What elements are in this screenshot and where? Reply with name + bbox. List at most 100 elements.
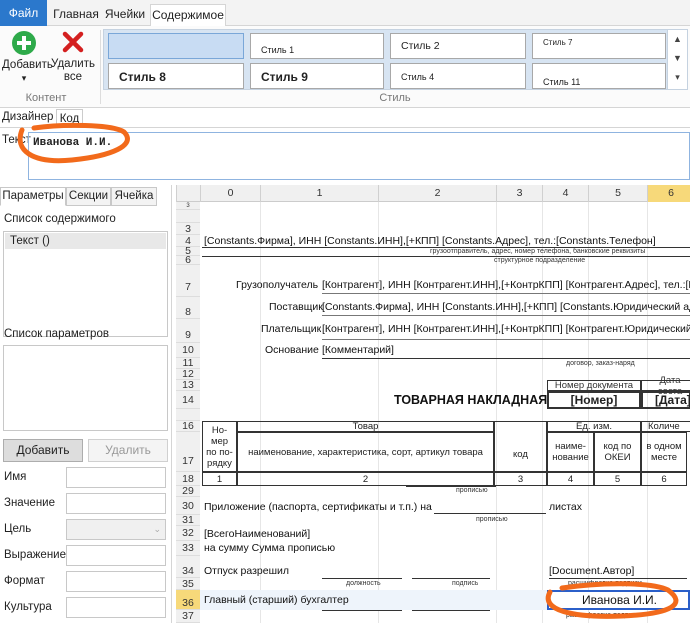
cell-supplier-header[interactable]: [Constants.Фирма], ИНН [Constants.ИНН],[… bbox=[204, 235, 656, 247]
cell-chief-accountant[interactable]: Главный (старший) бухгалтер bbox=[204, 594, 349, 606]
th-goods-desc[interactable]: наименование, характеристика, сорт, арти… bbox=[237, 432, 494, 472]
style-item-4[interactable]: Стиль 4 bbox=[390, 63, 526, 89]
document-title[interactable]: ТОВАРНАЯ НАКЛАДНАЯ bbox=[394, 393, 547, 407]
corner-cell[interactable] bbox=[176, 185, 200, 202]
content-list[interactable]: Текст () bbox=[3, 231, 168, 337]
style-item-selected[interactable] bbox=[108, 33, 244, 59]
scroll-up-icon[interactable]: ▲ bbox=[668, 30, 687, 49]
add-button-label: Добавить bbox=[2, 59, 53, 71]
tab-home[interactable]: Главная bbox=[52, 4, 100, 26]
cell-label-basis[interactable]: Основание bbox=[265, 344, 319, 356]
value-field[interactable] bbox=[66, 493, 166, 514]
doc-number[interactable]: [Номер] bbox=[547, 391, 641, 409]
th-per-place[interactable]: в одном месте bbox=[641, 432, 687, 472]
cell-sheets[interactable]: листах bbox=[549, 501, 582, 513]
tab-cell[interactable]: Ячейка bbox=[111, 187, 157, 206]
cell-label-payer[interactable]: Плательщик bbox=[261, 323, 321, 335]
row-header[interactable]: 7 bbox=[176, 265, 200, 297]
row-header[interactable]: 29 bbox=[176, 486, 200, 497]
tab-sections[interactable]: Секции bbox=[66, 187, 111, 206]
column-header-selected[interactable]: 6 bbox=[647, 185, 690, 202]
cell-total-sum[interactable]: на сумму Сумма прописью bbox=[204, 542, 335, 554]
value-label: Значение bbox=[4, 497, 55, 509]
gallery-scroll[interactable]: ▲ ▼ ▾ bbox=[667, 30, 687, 89]
spreadsheet-grid[interactable]: 0 1 2 3 4 5 6 7 8 3 3 4 5 6 7 8 9 10 11 … bbox=[176, 185, 690, 623]
list-item[interactable]: Текст () bbox=[5, 233, 166, 249]
tab-content[interactable]: Содержимое bbox=[150, 4, 226, 27]
th-col-num[interactable]: 1 bbox=[202, 472, 237, 486]
row-header[interactable]: 13 bbox=[176, 380, 200, 391]
row-header[interactable]: 14 bbox=[176, 391, 200, 409]
style-item-9[interactable]: Стиль 9 bbox=[250, 63, 384, 89]
target-select[interactable]: ⌄ bbox=[66, 519, 166, 540]
doc-date[interactable]: [Дата] bbox=[641, 391, 690, 409]
style-item-2[interactable]: Стиль 2 bbox=[390, 33, 526, 59]
row-header[interactable]: 10 bbox=[176, 343, 200, 358]
th-quantity[interactable]: Количе bbox=[641, 421, 690, 432]
scroll-down-icon[interactable]: ▼ bbox=[668, 49, 687, 68]
th-okei[interactable]: код по ОКЕИ bbox=[594, 432, 641, 472]
column-header[interactable]: 2 bbox=[378, 185, 496, 202]
th-col-num[interactable]: 5 bbox=[594, 472, 641, 486]
cell-payer[interactable]: [Контрагент], ИНН [Контрагент.ИНН],[+Кон… bbox=[322, 323, 690, 335]
th-col-num[interactable]: 3 bbox=[494, 472, 547, 486]
row-header[interactable]: 3 bbox=[176, 223, 200, 235]
format-field[interactable] bbox=[66, 571, 166, 592]
th-unit-name[interactable]: наиме-нование bbox=[547, 432, 594, 472]
culture-field[interactable] bbox=[66, 597, 166, 618]
th-col-num[interactable]: 6 bbox=[641, 472, 687, 486]
th-col-num[interactable]: 4 bbox=[547, 472, 594, 486]
row-header[interactable]: 37 bbox=[176, 610, 200, 623]
column-header[interactable]: 4 bbox=[542, 185, 588, 202]
expression-field[interactable] bbox=[66, 545, 166, 566]
row-header[interactable] bbox=[176, 210, 200, 223]
style-item-11[interactable]: Стиль 11 bbox=[532, 63, 666, 89]
th-unit[interactable]: Ед. изм. bbox=[547, 421, 641, 432]
cell-total-items[interactable]: [ВсегоНаименований] bbox=[204, 528, 310, 540]
name-field[interactable] bbox=[66, 467, 166, 488]
cell-label-consignee[interactable]: Грузополучатель bbox=[236, 279, 318, 291]
gallery-expand-icon[interactable]: ▾ bbox=[668, 68, 687, 87]
style-item-7[interactable]: Стиль 7 bbox=[532, 33, 666, 59]
delete-param-button[interactable]: Удалить bbox=[88, 439, 168, 462]
cell-label-supplier[interactable]: Поставщик bbox=[269, 301, 323, 313]
row-header[interactable]: 34 bbox=[176, 556, 200, 578]
th-code[interactable]: код bbox=[494, 421, 547, 472]
style-item-8[interactable]: Стиль 8 bbox=[108, 63, 244, 89]
row-header[interactable]: 8 bbox=[176, 297, 200, 319]
row-header[interactable]: 31 bbox=[176, 515, 200, 526]
column-header[interactable]: 1 bbox=[260, 185, 378, 202]
row-header[interactable]: 35 bbox=[176, 578, 200, 590]
column-header[interactable]: 0 bbox=[200, 185, 260, 202]
delete-all-button[interactable]: Удалить все bbox=[50, 30, 96, 88]
row-header[interactable]: 17 bbox=[176, 432, 200, 472]
row-header[interactable]: 30 bbox=[176, 497, 200, 515]
th-goods[interactable]: Товар bbox=[237, 421, 494, 432]
column-header[interactable]: 5 bbox=[588, 185, 647, 202]
cell-release-allowed[interactable]: Отпуск разрешил bbox=[204, 565, 289, 577]
th-number[interactable]: Но-мер по по-рядку bbox=[202, 421, 237, 472]
cell-caption: прописью bbox=[456, 487, 488, 494]
row-header-selected[interactable]: 36 bbox=[176, 590, 200, 610]
add-param-button[interactable]: Добавить bbox=[3, 439, 83, 462]
tab-cells[interactable]: Ячейки bbox=[103, 4, 147, 26]
row-header[interactable]: 3 bbox=[176, 202, 200, 210]
style-item-1[interactable]: Стиль 1 bbox=[250, 33, 384, 59]
cell-document-author[interactable]: [Document.Автор] bbox=[549, 565, 634, 577]
column-header[interactable]: 3 bbox=[496, 185, 542, 202]
cell-consignee[interactable]: [Контрагент], ИНН [Контрагент.ИНН],[+Кон… bbox=[322, 279, 690, 291]
row-header[interactable]: 32 bbox=[176, 526, 200, 541]
tab-file[interactable]: Файл bbox=[0, 0, 47, 26]
add-button[interactable]: Добавить ▾ bbox=[2, 30, 53, 88]
row-header[interactable]: 16 bbox=[176, 421, 200, 432]
params-list[interactable] bbox=[3, 345, 168, 431]
row-header[interactable]: 6 bbox=[176, 255, 200, 265]
cell-supplier[interactable]: [Constants.Фирма], ИНН [Constants.ИНН],[… bbox=[322, 301, 690, 313]
row-header[interactable]: 9 bbox=[176, 319, 200, 343]
th-col-num[interactable]: 2 bbox=[237, 472, 494, 486]
row-header[interactable]: 33 bbox=[176, 541, 200, 556]
row-header[interactable]: 18 bbox=[176, 472, 200, 486]
tab-parameters[interactable]: Параметры bbox=[0, 187, 66, 206]
cell-basis[interactable]: [Комментарий] bbox=[322, 344, 394, 356]
cell-attachment[interactable]: Приложение (паспорта, сертификаты и т.п.… bbox=[204, 501, 432, 513]
